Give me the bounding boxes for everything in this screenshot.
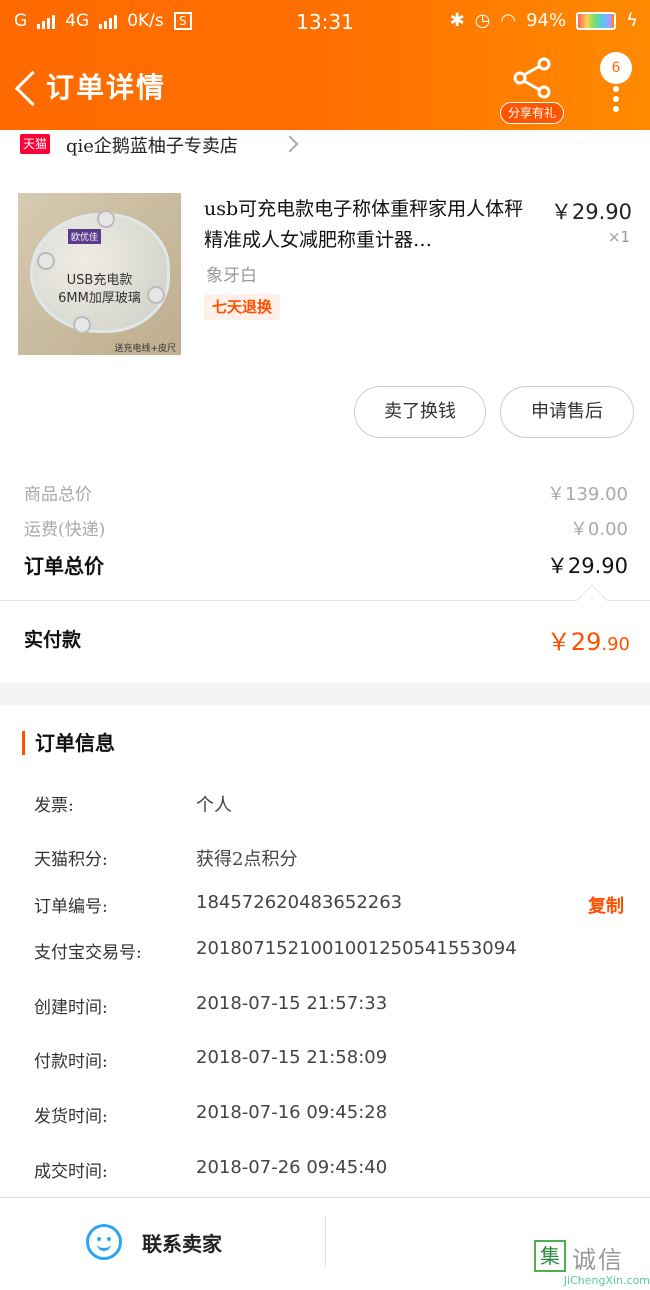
invoice-value: 个人 bbox=[196, 795, 232, 816]
back-button[interactable] bbox=[10, 68, 40, 108]
shop-row[interactable]: 天猫 qie企鹅蓝柚子专卖店 bbox=[0, 130, 650, 158]
divider bbox=[0, 600, 650, 601]
wifi-icon: ◠ bbox=[500, 10, 517, 31]
section-gap bbox=[0, 683, 650, 705]
tmall-logo: 天猫 bbox=[20, 134, 50, 154]
product-price: ￥29.90 bbox=[550, 200, 632, 224]
alipay-row: 支付宝交易号: 2018071521001001250541553094 bbox=[34, 938, 630, 968]
copy-button[interactable]: 复制 bbox=[588, 892, 624, 918]
points-label: 天猫积分: bbox=[34, 850, 108, 870]
more-icon bbox=[613, 86, 619, 116]
watermark-url: JiChengXin.com bbox=[563, 1274, 650, 1287]
return-policy-tag: 七天退换 bbox=[204, 294, 281, 320]
message-count-badge: 6 bbox=[600, 52, 632, 84]
header: 订单详情 分享有礼 6 bbox=[0, 48, 650, 130]
contact-seller-button[interactable]: 联系卖家 bbox=[0, 1198, 325, 1284]
chevron-right-icon bbox=[281, 135, 299, 153]
alarm-icon: ◷ bbox=[474, 10, 491, 31]
image-line-2: 6MM加厚玻璃 bbox=[58, 291, 141, 306]
goods-total-label: 商品总价 bbox=[24, 485, 92, 505]
order-info-heading: 订单信息 bbox=[22, 731, 115, 755]
status-bar: G 4G 0K/s S 13:31 ✱ ◷ ◠ 94% ϟ bbox=[0, 0, 650, 44]
order-number-label: 订单编号: bbox=[34, 897, 108, 917]
paid-label: 实付款 bbox=[24, 629, 82, 651]
scale-knob bbox=[97, 210, 115, 228]
share-button[interactable]: 分享有礼 bbox=[500, 56, 564, 124]
sell-button[interactable]: 卖了换钱 bbox=[354, 386, 486, 438]
watermark: 集 诚信 JiChengXin.com bbox=[534, 1240, 650, 1288]
share-icon bbox=[513, 57, 551, 99]
paid-time-value: 2018-07-15 21:58:09 bbox=[196, 1047, 388, 1068]
after-sale-button[interactable]: 申请售后 bbox=[500, 386, 634, 438]
invoice-label: 发票: bbox=[34, 796, 74, 816]
scale-knob bbox=[73, 316, 91, 334]
paid-time-row: 付款时间: 2018-07-15 21:58:09 bbox=[34, 1047, 630, 1077]
image-caption: 送充电线+皮尺 bbox=[114, 344, 176, 354]
created-time-label: 创建时间: bbox=[34, 998, 108, 1018]
product-spec: 象牙白 bbox=[206, 266, 257, 286]
divider bbox=[325, 1216, 326, 1266]
more-menu-button[interactable]: 6 bbox=[594, 52, 634, 112]
bluetooth-icon: ✱ bbox=[449, 10, 465, 31]
shipping-row: 运费(快递) ￥0.00 bbox=[24, 515, 628, 545]
chat-icon bbox=[86, 1224, 122, 1260]
contact-seller-label: 联系卖家 bbox=[142, 1232, 222, 1256]
goods-total-value: ￥139.00 bbox=[547, 484, 628, 505]
product-title[interactable]: usb可充电款电子称体重秤家用人体秤精准成人女减肥称重计器… bbox=[204, 194, 542, 256]
watermark-name: 诚信 bbox=[572, 1246, 624, 1274]
created-time-value: 2018-07-15 21:57:33 bbox=[196, 993, 388, 1014]
battery-fill bbox=[578, 13, 612, 28]
paid-value-decimal: .90 bbox=[601, 634, 630, 655]
shop-name[interactable]: qie企鹅蓝柚子专卖店 bbox=[66, 132, 238, 158]
points-value: 获得2点积分 bbox=[196, 849, 298, 870]
shipped-time-value: 2018-07-16 09:45:28 bbox=[196, 1102, 388, 1123]
order-total-label: 订单总价 bbox=[24, 554, 104, 578]
watermark-badge: 集 bbox=[534, 1240, 566, 1272]
paid-value-main: ￥29 bbox=[546, 628, 602, 656]
alipay-value: 2018071521001001250541553094 bbox=[196, 938, 517, 959]
battery-percent: 94% bbox=[526, 10, 567, 31]
goods-total-row: 商品总价 ￥139.00 bbox=[24, 480, 628, 510]
page-title: 订单详情 bbox=[46, 71, 167, 104]
paid-value: ￥29.90 bbox=[547, 622, 630, 657]
bottom-bar: 联系卖家 集 诚信 JiChengXin.com bbox=[0, 1197, 650, 1290]
charging-icon: ϟ bbox=[626, 10, 638, 31]
shipping-label: 运费(快递) bbox=[24, 520, 106, 540]
shipped-time-label: 发货时间: bbox=[34, 1107, 108, 1127]
product-image[interactable]: 欧优佳 USB充电款 6MM加厚玻璃 送充电线+皮尺 bbox=[18, 193, 181, 355]
completed-time-value: 2018-07-26 09:45:40 bbox=[196, 1157, 388, 1178]
created-time-row: 创建时间: 2018-07-15 21:57:33 bbox=[34, 993, 630, 1023]
order-number-row: 订单编号: 184572620483652263 复制 bbox=[34, 892, 630, 922]
order-total-value: ￥29.90 bbox=[546, 554, 628, 578]
shipped-time-row: 发货时间: 2018-07-16 09:45:28 bbox=[34, 1102, 630, 1132]
product-quantity: ×1 bbox=[607, 228, 630, 246]
battery-icon bbox=[576, 11, 617, 30]
points-row: 天猫积分: 获得2点积分 bbox=[34, 845, 630, 875]
invoice-row: 发票: 个人 bbox=[34, 791, 630, 821]
alipay-label: 支付宝交易号: bbox=[34, 943, 142, 963]
image-brand-badge: 欧优佳 bbox=[68, 229, 102, 244]
shipping-value: ￥0.00 bbox=[569, 519, 628, 540]
paid-time-label: 付款时间: bbox=[34, 1052, 108, 1072]
top-bar: G 4G 0K/s S 13:31 ✱ ◷ ◠ 94% ϟ 订单详情 分享有礼 … bbox=[0, 0, 650, 130]
order-total-row: 订单总价 ￥29.90 bbox=[24, 550, 628, 580]
completed-time-label: 成交时间: bbox=[34, 1162, 108, 1182]
image-line-1: USB充电款 bbox=[66, 273, 133, 288]
scale-knob bbox=[37, 252, 55, 270]
order-number-value: 184572620483652263 bbox=[196, 892, 403, 913]
share-label: 分享有礼 bbox=[500, 102, 564, 124]
completed-time-row: 成交时间: 2018-07-26 09:45:40 bbox=[34, 1157, 630, 1187]
caret-up-icon bbox=[576, 584, 608, 616]
